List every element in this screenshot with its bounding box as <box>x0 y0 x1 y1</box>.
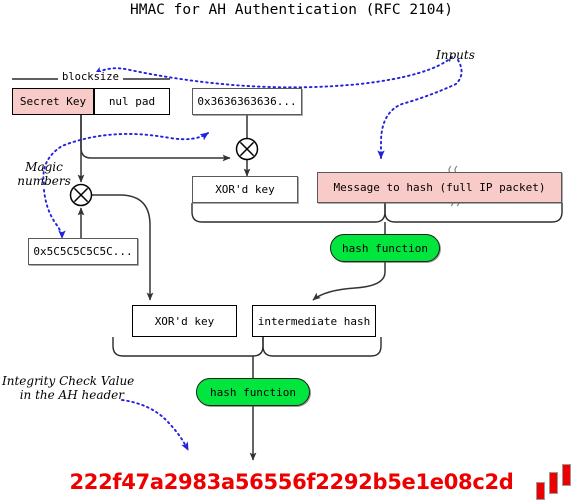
page-title: HMAC for AH Authentication (RFC 2104) <box>129 2 453 18</box>
diagram-canvas: HMAC for AH Authentication (RFC 2104) bl… <box>0 0 583 502</box>
opad-constant-box[interactable]: 0x5C5C5C5C5C... <box>28 238 138 265</box>
message-to-hash-box[interactable]: Message to hash (full IP packet) <box>317 172 562 203</box>
inputs-arrow-to-key <box>94 56 453 89</box>
digest-value: 222f47a2983a56556f2292b5e1e08c2d <box>69 470 514 494</box>
inner-xord-key-box[interactable]: XOR'd key <box>192 176 298 203</box>
logo-bar-1 <box>536 482 545 500</box>
icv-arrow-to-digest <box>121 399 189 451</box>
inputs-arrow-to-message <box>377 59 463 160</box>
magic-numbers-line-1: Magic <box>25 160 63 174</box>
nul-pad-box[interactable]: nul pad <box>94 88 170 115</box>
hash-function-2-pill[interactable]: hash function <box>196 378 310 406</box>
outer-xord-key-box[interactable]: XOR'd key <box>132 305 237 337</box>
logo-bar-2 <box>549 472 558 494</box>
hash-function-1-pill[interactable]: hash function <box>330 234 440 262</box>
intermediate-hash-box[interactable]: intermediate hash <box>252 305 376 337</box>
icv-line-1: Integrity Check Value <box>2 374 135 388</box>
blocksize-label: blocksize <box>58 72 123 83</box>
icv-annotation: Integrity Check Value in the AH header <box>2 374 135 403</box>
logo-bar-3 <box>562 464 571 486</box>
secret-key-box[interactable]: Secret Key <box>12 88 94 115</box>
xor-operator-inner <box>235 137 259 161</box>
inputs-annotation: Inputs <box>436 48 475 62</box>
three-red-bars-logo <box>534 462 578 500</box>
icv-line-2: in the AH header <box>19 388 124 403</box>
ipad-constant-box[interactable]: 0x3636363636... <box>192 88 302 115</box>
magic-numbers-annotation: Magic numbers <box>8 160 80 188</box>
magic-numbers-arrow-to-opad <box>43 189 66 239</box>
magic-numbers-line-2: numbers <box>17 174 71 189</box>
